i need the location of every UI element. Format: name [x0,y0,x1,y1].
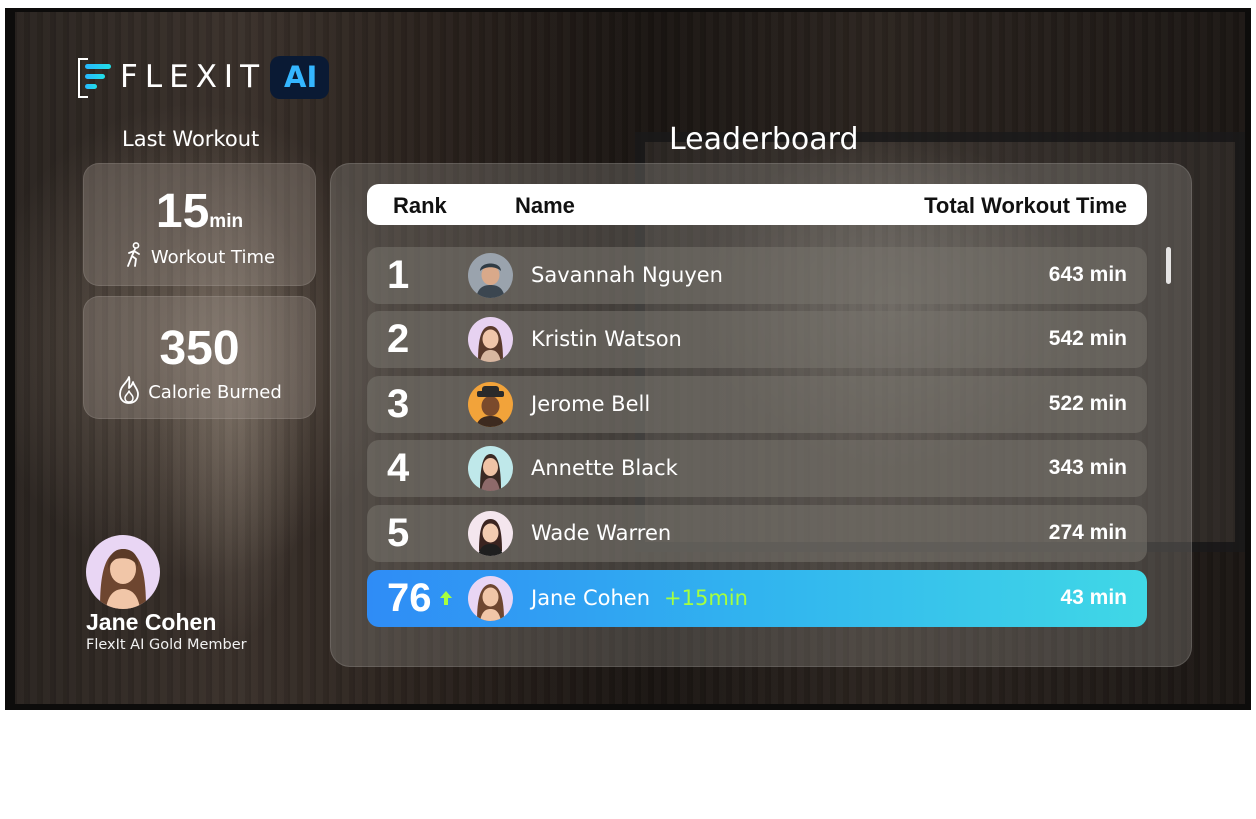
flexit-logo: FLEXIT AI [78,54,330,100]
row-rank: 2 [387,317,410,361]
workout-time-card: 15min Workout Time [83,163,316,286]
avatar [468,576,513,621]
row-time: 43 min [1060,586,1127,609]
running-person-icon [124,242,144,273]
flexit-logo-icon [78,56,118,98]
leaderboard-scrollbar[interactable] [1166,247,1171,284]
user-avatar[interactable] [86,535,160,609]
flame-icon [117,375,141,410]
avatar [468,253,513,298]
column-name: Name [515,193,575,218]
row-name: Wade Warren [531,521,672,545]
user-name: Jane Cohen [86,609,217,635]
row-rank: 1 [387,253,410,297]
row-rank: 76 [387,576,432,620]
leaderboard-row[interactable]: 2 Kristin Watson 542 min [367,311,1147,368]
row-name: Kristin Watson [531,327,682,351]
current-user-row[interactable]: 76 Jane Cohen +15min 43 min [367,570,1147,627]
brand-ai-badge: AI [270,55,330,99]
workout-time-unit: min [209,211,244,232]
avatar [468,317,513,362]
column-total-time: Total Workout Time [924,193,1127,218]
leaderboard-title: Leaderboard [669,122,859,157]
time-delta: +15min [664,586,748,610]
current-user-name: Jane Cohen [531,586,651,610]
leaderboard-row[interactable]: 4 Annette Black 343 min [367,440,1147,497]
leaderboard-row[interactable]: 5 Wade Warren 274 min [367,505,1147,562]
row-name: Jerome Bell [531,392,651,416]
leaderboard-row[interactable]: 3 Jerome Bell 522 min [367,376,1147,433]
last-workout-title: Last Workout [122,127,260,151]
row-rank: 5 [387,511,410,555]
workout-time-label: Workout Time [150,247,276,268]
row-time: 274 min [1048,521,1127,544]
brand-name: FLEXIT [120,59,267,95]
row-rank: 4 [387,446,410,490]
calorie-label: Calorie Burned [148,382,282,403]
row-time: 542 min [1048,327,1127,350]
row-name: Jane Cohen +15min [531,586,748,610]
avatar [468,382,513,427]
avatar [468,511,513,556]
leaderboard-header: Rank Name Total Workout Time [367,184,1147,225]
user-membership: FlexIt AI Gold Member [86,637,247,653]
calorie-value: 350 [159,322,240,375]
row-name: Savannah Nguyen [531,263,723,287]
row-time: 522 min [1048,392,1127,415]
row-rank: 3 [387,382,410,426]
row-time: 643 min [1048,263,1127,286]
calorie-card: 350 Calorie Burned [83,296,316,419]
leaderboard-row[interactable]: 1 Savannah Nguyen 643 min [367,247,1147,304]
row-time: 343 min [1048,456,1127,479]
column-rank: Rank [393,193,447,218]
avatar [468,446,513,491]
workout-time-value: 15 [155,185,210,238]
arrow-up-icon [439,590,453,610]
row-name: Annette Black [531,456,678,480]
